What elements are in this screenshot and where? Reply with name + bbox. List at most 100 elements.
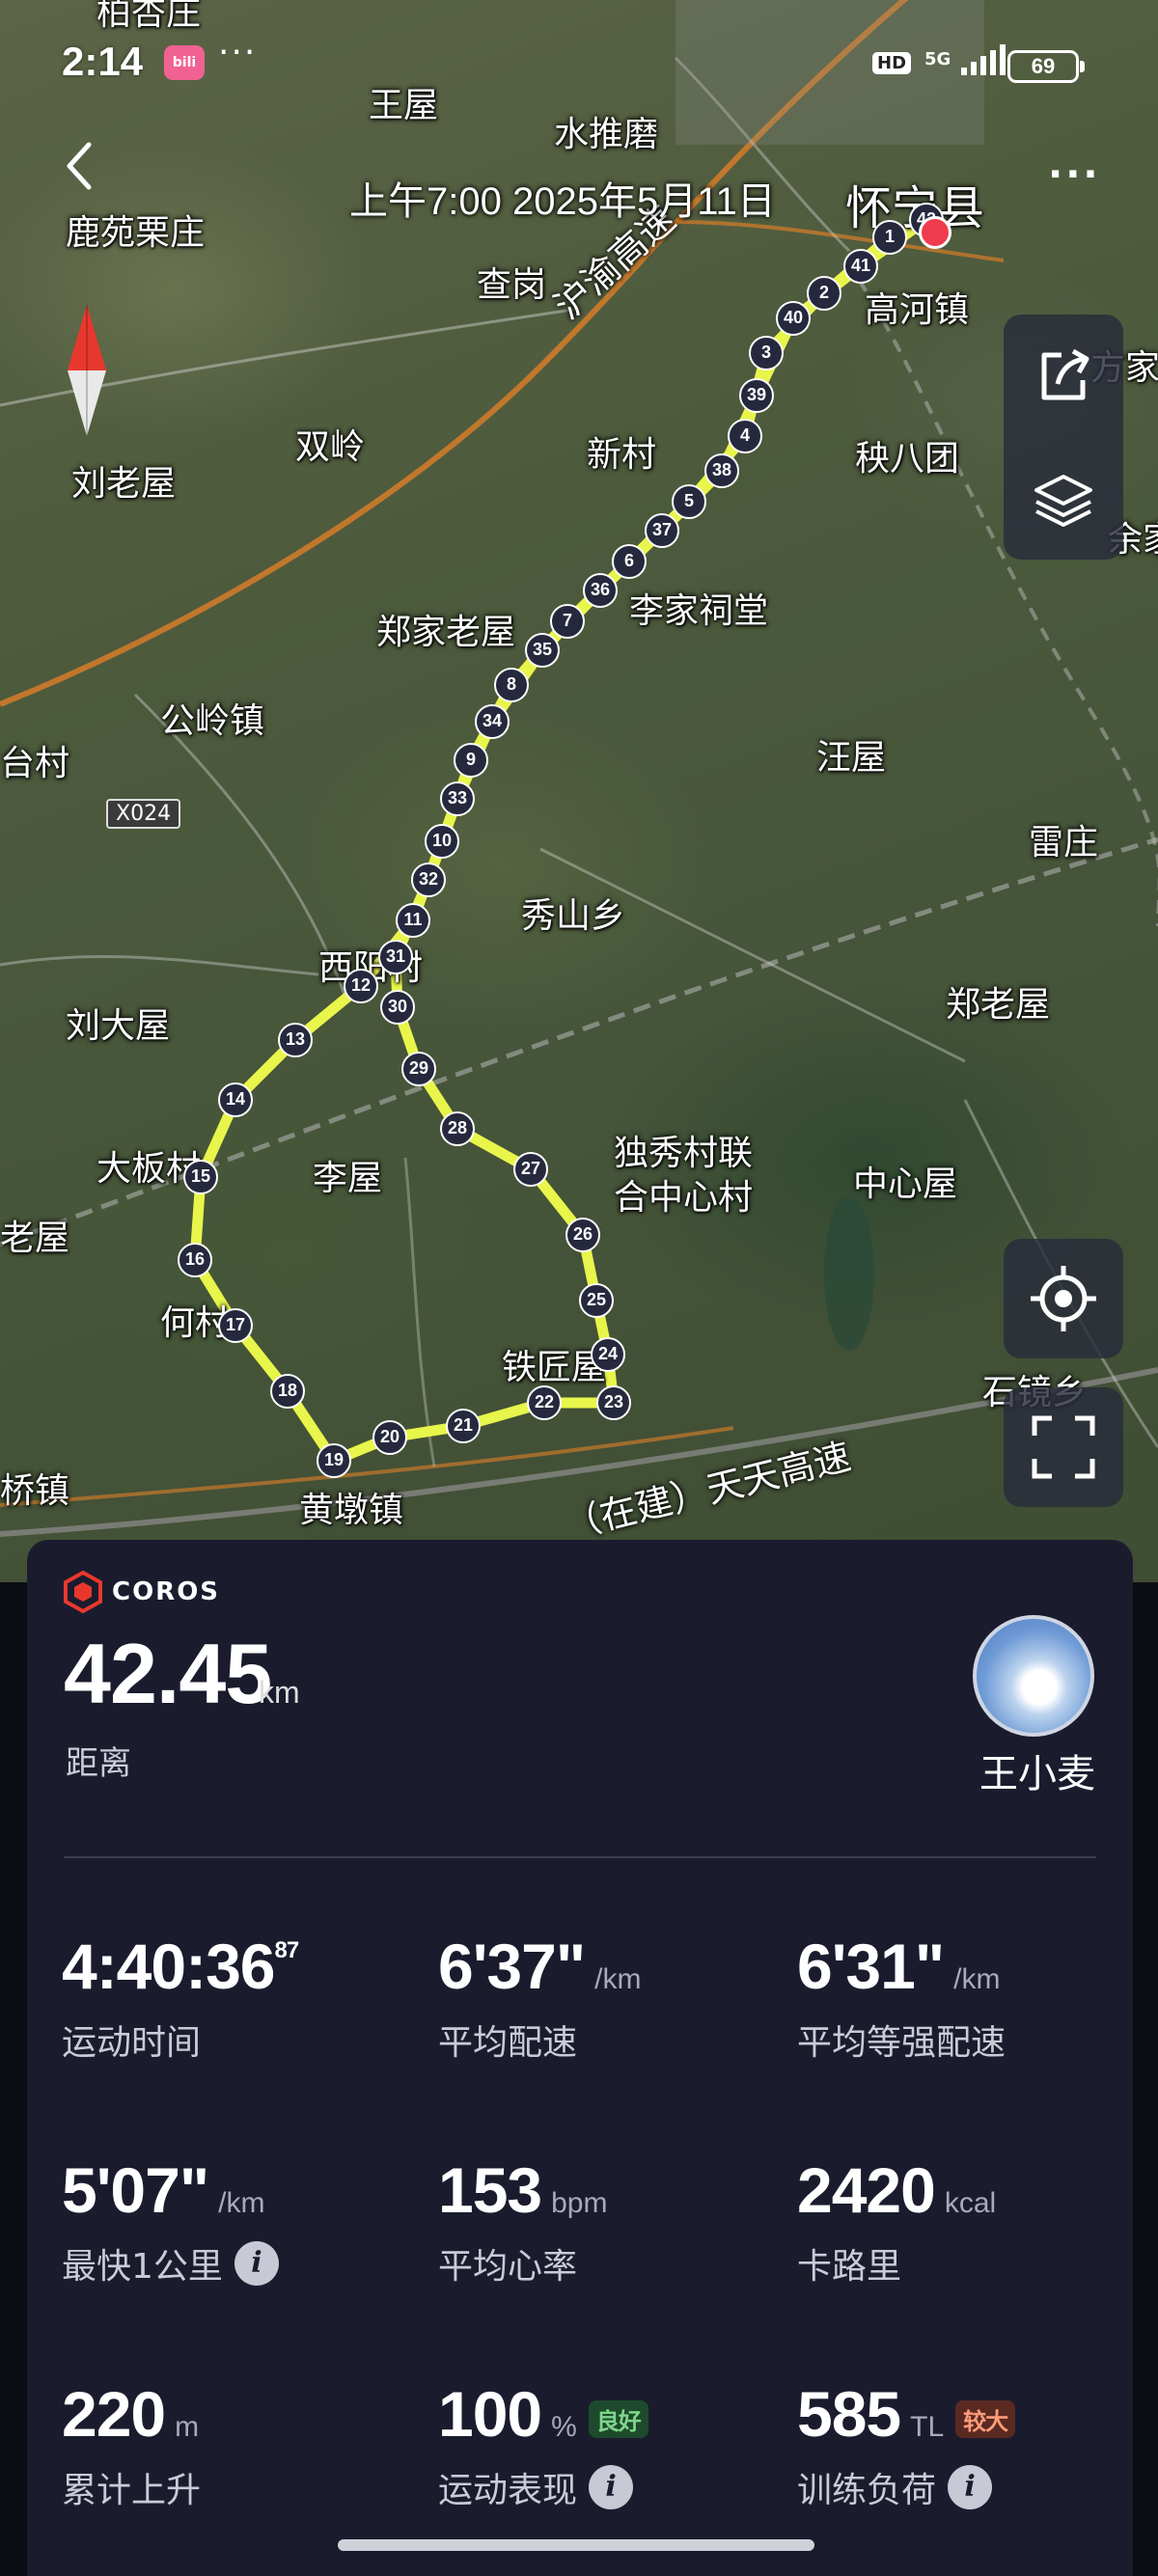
km-marker[interactable]: 8 — [494, 668, 529, 702]
signal-icon: 5G — [924, 42, 1021, 77]
km-marker[interactable]: 1 — [872, 220, 907, 255]
map-place-label: 双岭 — [295, 427, 366, 467]
activity-summary-card: COROS 42.45 km 距离 王小麦 4:40:3687 运动时间 6'37"… — [27, 1540, 1133, 2576]
distance-label: 距离 — [66, 1744, 131, 1783]
km-marker[interactable]: 30 — [380, 990, 415, 1025]
km-marker[interactable]: 12 — [344, 969, 378, 1003]
more-notifications-icon: ··· — [218, 33, 258, 72]
km-marker[interactable]: 11 — [396, 903, 430, 938]
km-marker[interactable]: 17 — [218, 1308, 253, 1343]
km-marker[interactable]: 37 — [645, 513, 679, 548]
stat-label-row: 卡路里 — [797, 2238, 996, 2288]
info-icon[interactable]: i — [948, 2465, 993, 2509]
stat-label-row: 运动表现 i — [438, 2462, 648, 2512]
km-marker[interactable]: 19 — [317, 1443, 351, 1478]
km-marker[interactable]: 32 — [411, 863, 446, 897]
stat-value: 220 — [62, 2378, 166, 2450]
stat-value-row: 100% 良好 — [438, 2377, 648, 2451]
km-marker[interactable]: 13 — [278, 1023, 313, 1057]
map-place-label: 桥镇 — [0, 1471, 70, 1511]
km-marker[interactable]: 35 — [525, 633, 560, 668]
map-place-label: 铁匠屋 — [502, 1348, 607, 1387]
brand-name: COROS — [112, 1577, 221, 1606]
stat-value-row: 6'37"/km — [438, 1930, 641, 2003]
km-marker[interactable]: 10 — [425, 824, 459, 859]
stat-cell: 6'31"/km 平均等强配速 — [797, 1930, 1006, 2065]
km-marker[interactable]: 41 — [843, 249, 878, 284]
km-marker[interactable]: 39 — [739, 378, 774, 413]
home-indicator[interactable] — [338, 2539, 814, 2551]
stat-label-row: 累计上升 — [62, 2462, 201, 2512]
km-marker[interactable]: 18 — [270, 1374, 305, 1409]
km-marker[interactable]: 5 — [672, 484, 706, 519]
km-marker[interactable]: 33 — [440, 781, 475, 816]
compass-icon — [64, 305, 110, 436]
map-place-label: 鹿苑栗庄 — [66, 213, 206, 253]
stat-badge: 较大 — [955, 2400, 1016, 2439]
stat-value: 6'37" — [438, 1931, 586, 2002]
map-place-label: 台村 — [0, 744, 70, 783]
km-marker[interactable]: 36 — [583, 573, 618, 608]
stat-value-row: 220 m — [62, 2377, 201, 2451]
route-map[interactable]: 柏杏庄王屋水推磨怀宁县鹿苑栗庄查岗高河镇方家双岭新村秧八团刘老屋余家郑家老屋李家… — [0, 0, 1158, 1582]
km-marker[interactable]: 26 — [565, 1218, 600, 1252]
km-marker[interactable]: 29 — [401, 1052, 436, 1086]
km-marker[interactable]: 4 — [728, 419, 762, 453]
km-marker[interactable]: 28 — [440, 1111, 475, 1146]
brand-logo: COROS — [62, 1571, 220, 1613]
km-marker[interactable]: 22 — [527, 1385, 562, 1420]
road-badge: X024 — [106, 799, 181, 829]
stat-value-row: 6'31"/km — [797, 1930, 1006, 2003]
locate-button[interactable] — [1004, 1239, 1123, 1358]
stat-cell: 100% 良好运动表现 i — [438, 2377, 648, 2512]
stat-label-row: 平均等强配速 — [797, 2014, 1006, 2065]
stat-label: 平均心率 — [438, 2247, 578, 2287]
km-marker[interactable]: 23 — [596, 1385, 631, 1420]
km-marker[interactable]: 14 — [218, 1082, 253, 1117]
status-time: 2:14 — [62, 39, 144, 84]
stat-value: 4:40:36 — [62, 1931, 275, 2002]
stat-label-row: 训练负荷 i — [797, 2462, 1015, 2512]
stat-value: 6'31" — [797, 1931, 945, 2002]
km-marker[interactable]: 15 — [183, 1160, 218, 1194]
more-icon[interactable]: ··· — [1048, 152, 1101, 197]
stat-value: 100 — [438, 2378, 542, 2450]
stat-unit: TL — [910, 2411, 945, 2443]
km-marker[interactable]: 24 — [591, 1337, 625, 1372]
layers-icon[interactable] — [1004, 440, 1123, 560]
km-marker[interactable]: 25 — [579, 1283, 614, 1318]
stat-label: 卡路里 — [797, 2247, 902, 2287]
km-marker[interactable]: 40 — [776, 301, 811, 336]
stat-value: 2420 — [797, 2154, 936, 2226]
km-marker[interactable]: 3 — [749, 336, 784, 370]
stat-cell: 585 TL 较大 训练负荷 i — [797, 2377, 1016, 2512]
avatar[interactable] — [973, 1615, 1094, 1737]
info-icon[interactable]: i — [234, 2241, 279, 2286]
stat-label-row: 最快1公里 i — [62, 2238, 279, 2288]
share-icon[interactable] — [1004, 315, 1123, 434]
back-arrow-icon[interactable] — [60, 137, 98, 195]
locate-icon — [1004, 1239, 1123, 1358]
map-place-label: 秀山乡 — [521, 896, 626, 936]
map-place-label: 查岗 — [477, 265, 547, 305]
fullscreen-button[interactable] — [1004, 1387, 1123, 1507]
stat-value-row: 4:40:3687 — [62, 1930, 299, 2003]
info-icon[interactable]: i — [589, 2465, 634, 2509]
km-marker[interactable]: 7 — [550, 604, 585, 639]
stat-unit: /km — [953, 1963, 1001, 1995]
km-marker[interactable]: 21 — [446, 1409, 481, 1443]
fullscreen-icon — [1004, 1387, 1123, 1507]
km-marker[interactable]: 20 — [372, 1420, 407, 1455]
km-marker[interactable]: 27 — [513, 1152, 548, 1187]
km-marker[interactable]: 31 — [378, 940, 413, 974]
km-marker[interactable]: 16 — [178, 1243, 212, 1277]
stat-cell: 220 m 累计上升 — [62, 2377, 201, 2512]
stat-value-row: 2420 kcal — [797, 2153, 996, 2227]
map-place-label: 秧八团 — [855, 439, 960, 479]
km-marker[interactable]: 38 — [704, 453, 739, 488]
km-marker[interactable]: 9 — [454, 743, 488, 778]
km-marker[interactable]: 2 — [807, 276, 841, 311]
stat-unit: bpm — [551, 2187, 608, 2219]
km-marker[interactable]: 6 — [612, 544, 647, 579]
km-marker[interactable]: 34 — [475, 704, 510, 739]
